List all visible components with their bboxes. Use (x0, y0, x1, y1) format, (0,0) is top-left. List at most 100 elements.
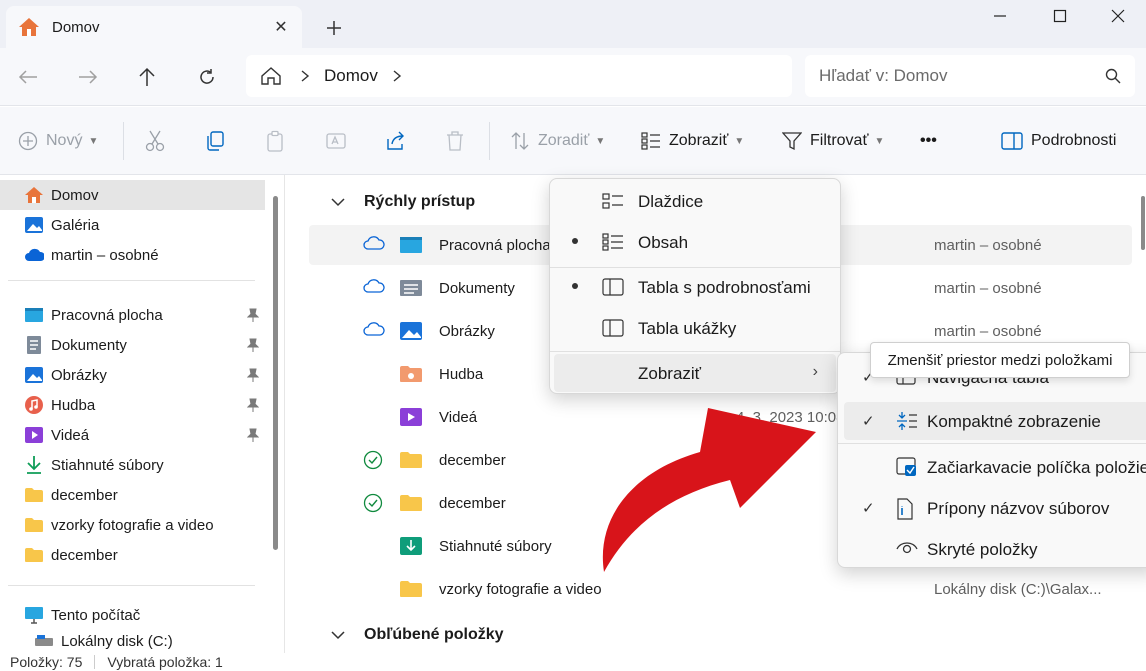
back-button[interactable] (14, 64, 42, 90)
status-divider (94, 655, 96, 669)
submenu-item-file-extensions[interactable]: ✓ Prípony názvov súborov (844, 489, 1146, 527)
sidebar-item-december[interactable]: december (0, 480, 265, 510)
menu-item-label: Obsah (638, 233, 689, 252)
videos-icon (24, 425, 44, 445)
plus-circle-icon (18, 131, 38, 151)
menu-item-tiles[interactable]: Dlaždice (554, 182, 836, 220)
filter-button[interactable]: Filtrovať ▼ (782, 122, 884, 160)
submenu-item-label: Prípony názvov súborov (927, 499, 1110, 518)
item-location: martin – osobné (934, 280, 1042, 297)
menu-item-label: Dlaždice (638, 192, 704, 211)
show-submenu: ✓ Navigačná tabla ✓ Kompaktné zobrazenie… (837, 352, 1146, 568)
delete-button[interactable] (445, 122, 465, 160)
desktop-icon (399, 235, 423, 255)
tooltip: Zmenšiť priestor medzi položkami (870, 342, 1130, 378)
pin-icon[interactable] (247, 368, 259, 382)
sidebar-item-downloads[interactable]: Stiahnuté súbory (0, 450, 265, 480)
sidebar-item-label: Lokálny disk (C:) (61, 632, 173, 650)
sidebar-item-music[interactable]: Hudba (0, 390, 265, 420)
view-button[interactable]: Zobraziť ▼ (641, 122, 744, 160)
pin-icon[interactable] (247, 428, 259, 442)
search-input[interactable] (819, 66, 1105, 86)
cut-button[interactable] (145, 122, 165, 160)
view-dropdown-menu: Dlaždice Obsah Tabla s podrobnosťami Tab… (549, 178, 841, 394)
submenu-item-checkboxes[interactable]: Začiarkavacie políčka položiek (844, 448, 1146, 486)
address-bar[interactable]: Domov (246, 55, 792, 97)
sidebar-item-samples[interactable]: vzorky fotografie a video (0, 510, 265, 540)
rename-button[interactable] (325, 122, 347, 160)
copy-button[interactable] (205, 122, 225, 160)
breadcrumb-domov[interactable]: Domov (324, 66, 378, 86)
up-button[interactable] (133, 64, 161, 90)
more-options-button[interactable]: ••• (920, 122, 937, 160)
sidebar-item-domov[interactable]: Domov (0, 180, 265, 210)
sidebar-item-label: Domov (51, 186, 99, 204)
sidebar-item-documents[interactable]: Dokumenty (0, 330, 265, 360)
trash-icon (445, 130, 465, 152)
new-button[interactable]: Nový ▼ (18, 122, 98, 160)
item-location: martin – osobné (934, 323, 1042, 340)
arrow-left-icon (18, 69, 38, 85)
details-pane-icon (1001, 132, 1023, 150)
sidebar-item-this-pc[interactable]: Tento počítač (0, 600, 265, 630)
sidebar-item-videos[interactable]: Videá (0, 420, 265, 450)
share-button[interactable] (385, 122, 407, 160)
pin-icon[interactable] (247, 398, 259, 412)
group-favorites[interactable]: Obľúbené položky (330, 626, 504, 644)
paste-button[interactable] (265, 122, 285, 160)
sidebar-item-onedrive[interactable]: martin – osobné (0, 240, 265, 270)
sidebar-item-label: Videá (51, 426, 90, 444)
sidebar-item-pictures[interactable]: Obrázky (0, 360, 265, 390)
submenu-item-hidden-items[interactable]: Skryté položky (844, 530, 1146, 568)
refresh-button[interactable] (193, 64, 221, 90)
sidebar-item-december-2[interactable]: december (0, 540, 265, 570)
view-label: Zobraziť (669, 132, 729, 149)
menu-item-content[interactable]: Obsah (554, 223, 836, 261)
search-box[interactable] (805, 55, 1135, 97)
menu-item-details-pane[interactable]: Tabla s podrobnosťami (554, 268, 836, 306)
menu-divider (550, 351, 840, 352)
chevron-down-icon: ▼ (88, 135, 99, 147)
chevron-right-icon[interactable] (392, 69, 402, 83)
copy-icon (205, 130, 225, 152)
tab-domov[interactable]: Domov ✕ (6, 6, 302, 48)
folder-icon (24, 485, 44, 505)
submenu-item-compact-view[interactable]: ✓ Kompaktné zobrazenie (844, 402, 1146, 440)
menu-divider (838, 443, 1146, 444)
new-tab-button[interactable] (322, 16, 346, 40)
scissors-icon (145, 130, 165, 152)
sidebar-item-local-disk[interactable]: Lokálny disk (C:) (0, 630, 265, 652)
home-outline-icon[interactable] (260, 66, 282, 86)
minimize-button[interactable] (970, 0, 1030, 32)
status-bar: Položky: 75 Vybratá položka: 1 (0, 653, 1146, 671)
menu-item-label: Tabla s podrobnosťami (638, 278, 811, 297)
pin-icon[interactable] (247, 308, 259, 322)
checkbox-icon (896, 457, 918, 477)
sort-button[interactable]: Zoradiť ▼ (510, 122, 605, 160)
tab-close-button[interactable]: ✕ (268, 17, 294, 37)
eye-icon (896, 539, 918, 555)
sidebar-item-label: Obrázky (51, 366, 107, 384)
sidebar-item-label: december (51, 486, 118, 504)
folder-icon (399, 493, 423, 513)
close-window-button[interactable] (1088, 0, 1146, 32)
sidebar-scrollbar[interactable] (273, 196, 278, 550)
sidebar-item-galeria[interactable]: Galéria (0, 210, 265, 240)
file-list-scrollbar[interactable] (1141, 196, 1145, 250)
group-quick-access[interactable]: Rýchly prístup (330, 193, 475, 211)
menu-item-show-submenu[interactable]: Zobraziť › (554, 354, 836, 392)
sidebar-item-label: Pracovná plocha (51, 306, 163, 324)
music-folder-icon (399, 364, 423, 384)
pin-icon[interactable] (247, 338, 259, 352)
view-list-icon (641, 131, 661, 151)
item-name: december (439, 452, 506, 469)
details-pane-button[interactable]: Podrobnosti (1001, 122, 1116, 160)
forward-button[interactable] (74, 64, 102, 90)
maximize-button[interactable] (1030, 0, 1090, 32)
minimize-icon (993, 9, 1007, 23)
synced-check-icon (363, 493, 383, 513)
chevron-right-icon[interactable] (300, 69, 310, 83)
cloud-icon (363, 278, 385, 294)
menu-item-preview-pane[interactable]: Tabla ukážky (554, 309, 836, 347)
sidebar-item-desktop[interactable]: Pracovná plocha (0, 300, 265, 330)
